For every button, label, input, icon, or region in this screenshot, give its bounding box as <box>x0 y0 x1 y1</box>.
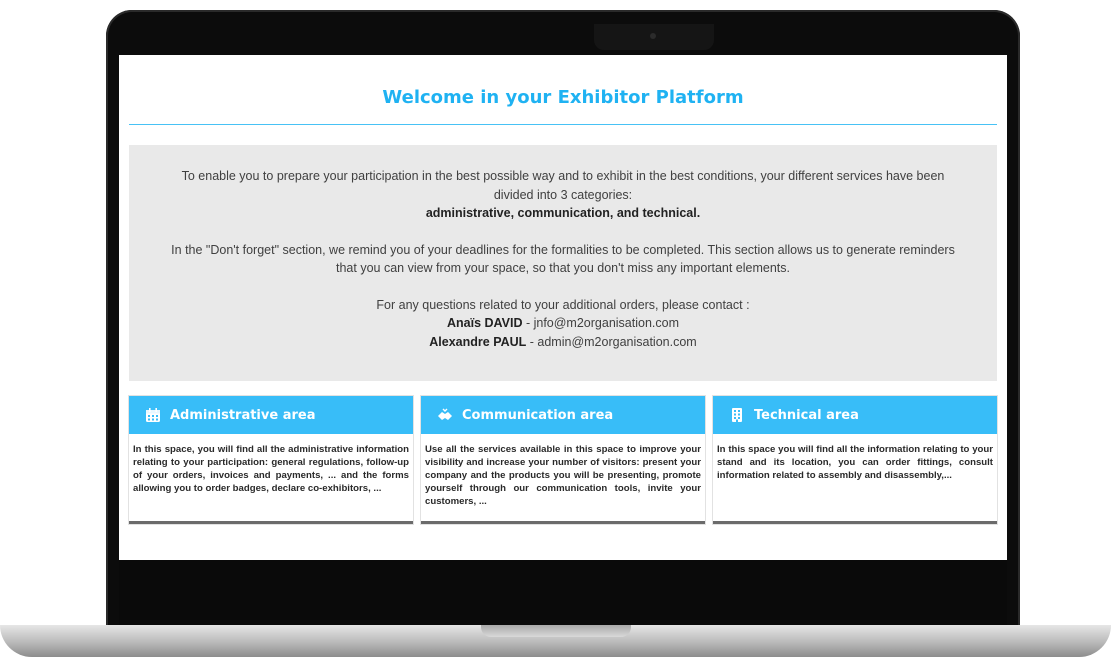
intro-panel: To enable you to prepare your participat… <box>129 145 997 381</box>
card-header[interactable]: Administrative area <box>129 396 413 434</box>
contact-email[interactable]: - admin@m2organisation.com <box>526 335 697 349</box>
card-title: Administrative area <box>170 407 316 423</box>
card-text: In this space, you will find all the adm… <box>133 444 409 494</box>
card-title: Technical area <box>754 407 859 423</box>
intro-text: divided into 3 categories: <box>493 187 633 202</box>
contact-name: Anaïs DAVID <box>447 316 523 330</box>
title-divider <box>129 124 997 125</box>
camera-icon <box>650 33 656 39</box>
intro-text: To enable you to prepare your participat… <box>181 169 945 183</box>
card-text: In this space you will find all the info… <box>717 444 993 481</box>
browser-screen: Welcome in your Exhibitor Platform To en… <box>119 55 1007 560</box>
screen-bezel <box>119 560 1007 625</box>
reminder-text: that you can view from your space, so th… <box>336 261 790 275</box>
contact-line: Alexandre PAUL - admin@m2organisation.co… <box>129 333 997 352</box>
page-title: Welcome in your Exhibitor Platform <box>382 87 744 108</box>
contact-email[interactable]: - jnfo@m2organisation.com <box>522 316 679 330</box>
contact-intro: For any questions related to your additi… <box>376 297 750 312</box>
camera-notch <box>594 24 714 50</box>
card-text: Use all the services available in this s… <box>425 444 701 507</box>
contact-line: Anaïs DAVID - jnfo@m2organisation.com <box>129 314 997 333</box>
card-header[interactable]: Technical area <box>713 396 997 434</box>
reminder-text: In the "Don't forget" section, we remind… <box>171 242 955 257</box>
card-technical-area[interactable]: Technical area In this space you will fi… <box>713 396 997 524</box>
calendar-icon <box>145 407 161 423</box>
card-communication-area[interactable]: Communication area Use all the services … <box>421 396 705 524</box>
contact-name: Alexandre PAUL <box>429 334 527 349</box>
handshake-icon <box>437 407 453 423</box>
area-cards: Administrative area In this space, you w… <box>129 396 997 524</box>
intro-categories: administrative, communication, and techn… <box>425 206 701 220</box>
base-notch <box>481 625 631 637</box>
card-title: Communication area <box>462 407 614 423</box>
laptop-base <box>0 625 1111 657</box>
card-administrative-area[interactable]: Administrative area In this space, you w… <box>129 396 413 524</box>
building-icon <box>729 407 745 423</box>
card-header[interactable]: Communication area <box>421 396 705 434</box>
